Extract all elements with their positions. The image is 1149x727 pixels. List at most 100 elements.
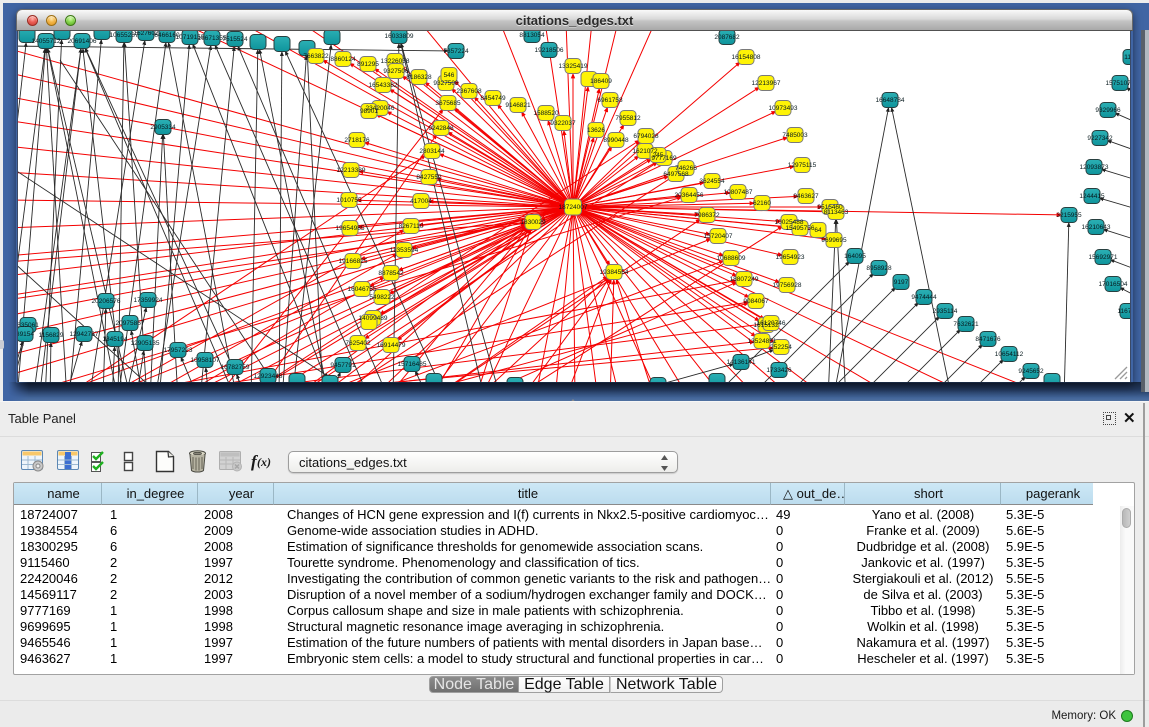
svg-text:98901: 98901 — [360, 108, 378, 115]
svg-text:8878542: 8878542 — [378, 270, 404, 277]
svg-text:7515524: 7515524 — [222, 36, 248, 43]
svg-text:64: 64 — [814, 227, 822, 234]
svg-text:19654985: 19654985 — [336, 225, 365, 232]
svg-text:164095: 164095 — [844, 253, 866, 260]
svg-text:16210643: 16210643 — [1082, 224, 1111, 231]
svg-text:3675685: 3675685 — [435, 100, 461, 107]
svg-text:3624554: 3624554 — [699, 178, 725, 185]
svg-text:20206576: 20206576 — [92, 298, 121, 305]
svg-text:9084067: 9084067 — [743, 298, 769, 305]
svg-text:12975115: 12975115 — [788, 162, 817, 169]
svg-text:14136141: 14136141 — [727, 359, 756, 366]
svg-text:12213967: 12213967 — [752, 80, 781, 87]
svg-text:10654112: 10654112 — [995, 351, 1024, 358]
svg-text:1345194: 1345194 — [102, 336, 128, 343]
svg-text:2935114: 2935114 — [933, 308, 958, 315]
svg-text:835061: 835061 — [18, 322, 39, 329]
svg-text:2803144: 2803144 — [419, 148, 445, 155]
svg-text:1244415: 1244415 — [1079, 193, 1105, 200]
svg-text:7357224: 7357224 — [443, 48, 469, 55]
svg-text:20691406: 20691406 — [68, 38, 97, 45]
svg-text:3215955: 3215955 — [1056, 212, 1082, 219]
svg-text:8267110: 8267110 — [399, 223, 424, 230]
svg-text:8454749: 8454749 — [480, 95, 506, 102]
svg-text:15495756: 15495756 — [786, 225, 815, 232]
svg-text:18807249: 18807249 — [730, 276, 759, 283]
svg-text:19756928: 19756928 — [773, 282, 802, 289]
svg-text:10958107: 10958107 — [191, 357, 220, 364]
svg-text:12942737: 12942737 — [70, 331, 99, 338]
svg-text:16914479: 16914479 — [377, 342, 406, 349]
svg-text:13325419: 13325419 — [559, 63, 588, 70]
svg-text:14099489: 14099489 — [359, 315, 388, 322]
svg-text:16033809: 16033809 — [385, 33, 414, 40]
svg-text:12905135: 12905135 — [131, 340, 160, 347]
svg-text:15716485: 15716485 — [398, 361, 427, 368]
svg-text:20364456: 20364456 — [675, 192, 704, 199]
svg-text:19384554: 19384554 — [600, 269, 629, 276]
svg-text:8958928: 8958928 — [866, 265, 892, 272]
svg-text:11353594: 11353594 — [390, 247, 419, 254]
svg-text:7986372: 7986372 — [694, 212, 720, 219]
svg-text:6497568: 6497568 — [663, 171, 689, 178]
svg-text:20975867: 20975867 — [116, 320, 145, 327]
svg-text:2905334: 2905334 — [150, 124, 176, 131]
svg-text:19166825: 19166825 — [339, 258, 368, 265]
svg-text:2718176: 2718176 — [344, 137, 370, 144]
svg-text:9699695: 9699695 — [821, 237, 847, 244]
svg-text:7485003: 7485003 — [782, 132, 808, 139]
svg-text:9329966: 9329966 — [1095, 107, 1121, 114]
svg-text:8186328: 8186328 — [406, 74, 432, 81]
svg-text:116753: 116753 — [1117, 308, 1130, 315]
svg-text:17359924: 17359924 — [134, 297, 163, 304]
svg-text:245: 245 — [653, 152, 664, 159]
svg-text:8990448: 8990448 — [603, 137, 629, 144]
svg-text:8427552: 8427552 — [416, 174, 442, 181]
svg-text:16543382: 16543382 — [369, 82, 398, 89]
svg-text:(x): (x) — [257, 455, 271, 469]
svg-text:9146821: 9146821 — [505, 102, 531, 109]
svg-text:1733426: 1733426 — [766, 367, 792, 374]
svg-text:19654923: 19654923 — [776, 254, 805, 261]
svg-text:5498222: 5498222 — [369, 294, 395, 301]
svg-text:1588520: 1588520 — [533, 110, 559, 117]
svg-text:15751074: 15751074 — [1106, 80, 1130, 87]
svg-text:1615132: 1615132 — [753, 322, 779, 329]
svg-text:17016504: 17016504 — [1099, 281, 1128, 288]
svg-text:252254: 252254 — [770, 344, 792, 351]
svg-text:62160: 62160 — [753, 200, 771, 207]
svg-text:8471676: 8471676 — [975, 336, 1001, 343]
svg-text:9227342: 9227342 — [1087, 135, 1113, 142]
svg-text:14055712: 14055712 — [32, 38, 61, 45]
svg-text:546: 546 — [444, 72, 455, 79]
svg-text:8113463: 8113463 — [824, 209, 849, 216]
svg-text:891295: 891295 — [357, 61, 379, 68]
svg-text:9327508: 9327508 — [433, 80, 459, 87]
svg-text:9245652: 9245652 — [1018, 368, 1044, 375]
svg-text:8813054: 8813054 — [519, 32, 545, 39]
svg-text:16154808: 16154808 — [732, 54, 761, 61]
svg-text:13226058: 13226058 — [381, 58, 410, 65]
svg-text:10807487: 10807487 — [724, 189, 753, 196]
svg-text:9457791: 9457791 — [330, 362, 356, 369]
svg-text:10973493: 10973493 — [769, 105, 798, 112]
svg-text:18724007: 18724007 — [559, 204, 588, 211]
svg-text:9474444: 9474444 — [911, 294, 937, 301]
svg-text:9463627: 9463627 — [793, 193, 819, 200]
svg-text:12093873: 12093873 — [1080, 164, 1109, 171]
svg-text:7663822: 7663822 — [303, 53, 329, 60]
svg-text:9242848: 9242848 — [428, 125, 454, 132]
svg-text:10688609: 10688609 — [717, 255, 746, 262]
svg-text:2087682: 2087682 — [714, 34, 740, 41]
svg-text:16782759: 16782759 — [221, 364, 250, 371]
svg-text:9322037: 9322037 — [550, 120, 576, 127]
svg-text:9327506: 9327506 — [383, 68, 409, 75]
svg-text:1010755: 1010755 — [336, 197, 362, 204]
svg-text:186409: 186409 — [590, 78, 612, 85]
svg-text:2367608: 2367608 — [456, 88, 482, 95]
svg-text:7632621: 7632621 — [953, 321, 979, 328]
svg-text:16648784: 16648784 — [876, 97, 905, 104]
svg-text:19218506: 19218506 — [535, 47, 564, 54]
svg-text:1830029: 1830029 — [520, 219, 546, 226]
svg-text:15692971: 15692971 — [1089, 254, 1118, 261]
